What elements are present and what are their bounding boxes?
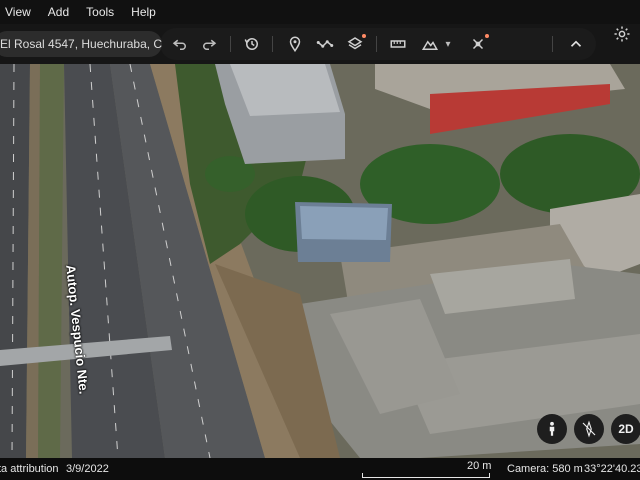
data-attribution-link[interactable]: ta attribution	[0, 463, 59, 475]
notification-dot	[362, 34, 366, 38]
settings-icon[interactable]	[610, 22, 634, 46]
coordinates: 33°22'40.23"	[584, 463, 640, 475]
chevron-down-icon[interactable]: ▾	[436, 32, 460, 56]
map-view[interactable]: Autop. Vespucio Nte. 2D	[0, 64, 640, 458]
layers-icon[interactable]	[343, 32, 367, 56]
menu-view[interactable]: View	[0, 5, 43, 19]
redo-icon[interactable]	[197, 32, 221, 56]
toolbar-divider	[376, 36, 377, 52]
menu-help[interactable]: Help	[126, 5, 168, 19]
notification-dot	[485, 34, 489, 38]
2d-toggle-button[interactable]: 2D	[611, 414, 640, 444]
menu-tools[interactable]: Tools	[81, 5, 126, 19]
placemark-icon[interactable]	[283, 32, 307, 56]
camera-altitude: Camera: 580 m	[507, 463, 583, 475]
toolbar-divider	[272, 36, 273, 52]
toolbar-divider	[552, 36, 553, 52]
compass-icon[interactable]	[574, 414, 604, 444]
toolbar-divider	[230, 36, 231, 52]
satellite-icon[interactable]	[466, 32, 490, 56]
menu-add[interactable]: Add	[43, 5, 81, 19]
toolbar-panel	[160, 28, 596, 60]
imagery-date: 3/9/2022	[66, 463, 109, 475]
chevron-up-icon[interactable]	[564, 32, 588, 56]
aerial-imagery	[0, 64, 640, 458]
menu-bar: View Add Tools Help	[0, 0, 640, 24]
ruler-icon[interactable]	[386, 32, 410, 56]
path-icon[interactable]	[313, 32, 337, 56]
status-bar: ta attribution 3/9/2022 20 m Camera: 580…	[0, 458, 640, 480]
undo-icon[interactable]	[168, 32, 192, 56]
street-view-icon[interactable]	[537, 414, 567, 444]
search-input[interactable]: El Rosal 4547, Huechuraba, C	[0, 31, 162, 57]
toolbar: El Rosal 4547, Huechuraba, C ▾	[0, 24, 640, 64]
scale-bar	[362, 473, 490, 478]
scale-label: 20 m	[467, 460, 492, 472]
history-icon[interactable]	[240, 32, 264, 56]
